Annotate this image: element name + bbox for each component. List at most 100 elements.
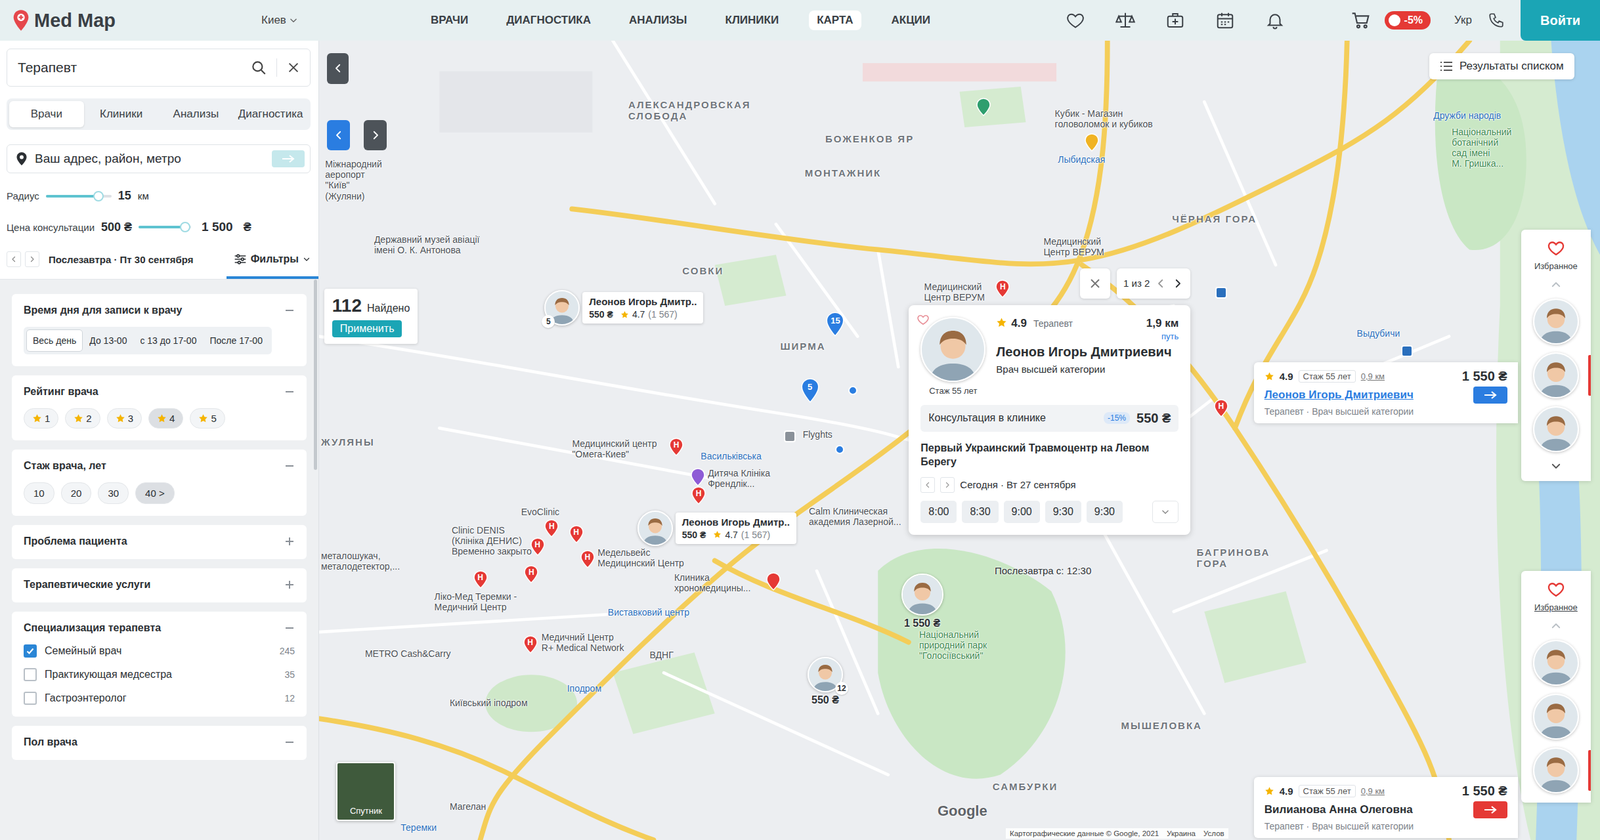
filter-header[interactable]: Специализация терапевта (23, 622, 295, 635)
bell-icon[interactable] (1265, 10, 1285, 31)
toggle-icon[interactable] (284, 460, 295, 472)
doctor-marker[interactable]: 1 550 ₴ (901, 573, 944, 630)
map-marker[interactable]: H (691, 486, 706, 505)
clear-icon[interactable] (286, 60, 301, 75)
map-marker[interactable]: H (473, 570, 488, 589)
price-slider[interactable] (138, 225, 192, 229)
map-marker[interactable]: H (995, 279, 1010, 299)
category-tab[interactable]: Анализы (158, 101, 234, 128)
favorite-doctor[interactable] (1521, 352, 1591, 399)
pager-prev-button[interactable] (1154, 277, 1167, 290)
map-marker[interactable]: H (530, 537, 545, 557)
nav-item[interactable]: КАРТА (808, 10, 861, 31)
filter-header[interactable]: Пол врача (23, 736, 295, 749)
filter-header[interactable]: Рейтинг врача (23, 386, 295, 398)
map-marker[interactable] (1084, 133, 1100, 152)
map-marker[interactable] (783, 430, 796, 443)
doctor-marker[interactable]: 12550 ₴ (807, 657, 844, 707)
pager-next-button[interactable] (1171, 277, 1184, 290)
toggle-icon[interactable] (284, 536, 295, 547)
rating-pill[interactable]: 4 (148, 408, 184, 429)
more-times-button[interactable] (1152, 500, 1179, 524)
day-next-button[interactable] (940, 477, 955, 494)
map-marker[interactable]: H (544, 519, 559, 538)
time-slot[interactable]: 9:30 (1086, 500, 1123, 524)
apply-button[interactable]: Применить (332, 320, 403, 338)
time-slot[interactable]: 9:30 (1045, 500, 1082, 524)
cluster-marker[interactable] (835, 445, 845, 455)
open-doctor-button[interactable] (1473, 386, 1508, 404)
favorites-title[interactable]: Избранное (1534, 602, 1578, 613)
map-marker[interactable] (690, 468, 706, 487)
map-marker[interactable]: H (669, 437, 684, 457)
experience-pill[interactable]: 10 (23, 482, 55, 505)
favorite-doctor[interactable] (1521, 406, 1591, 453)
checkbox[interactable] (23, 691, 37, 706)
time-slot[interactable]: 9:00 (1003, 500, 1040, 524)
favorite-doctor[interactable] (1521, 747, 1591, 794)
open-doctor-button[interactable] (1473, 801, 1508, 819)
map-marker[interactable] (976, 97, 991, 117)
city-select[interactable]: Киев (261, 13, 299, 27)
nav-item[interactable]: ВРАЧИ (422, 10, 476, 31)
toggle-icon[interactable] (284, 623, 295, 634)
map-marker[interactable]: H (1213, 399, 1229, 418)
time-chip[interactable]: с 13 до 17-00 (133, 329, 203, 352)
favorite-heart-icon[interactable] (916, 313, 930, 327)
scroll-up-button[interactable] (1550, 620, 1562, 633)
time-slot[interactable]: 8:30 (961, 500, 998, 524)
phone-icon[interactable] (1487, 11, 1505, 29)
list-results-button[interactable]: Результаты списком (1429, 53, 1575, 80)
satellite-toggle[interactable]: Спутник (336, 762, 396, 822)
search-input[interactable]: Терапевт (17, 59, 241, 76)
slider-knob[interactable] (179, 221, 191, 233)
map-marker[interactable]: H (580, 550, 595, 569)
map-marker[interactable] (1215, 286, 1228, 299)
filter-header[interactable]: Терапевтические услуги (23, 579, 295, 591)
experience-pill[interactable]: 20 (61, 482, 92, 505)
toggle-icon[interactable] (284, 579, 295, 591)
doctor-marker-card[interactable]: Леонов Игорь Дмитр..550 ₴4.7(1 567) (582, 292, 704, 324)
category-tab[interactable]: Диагностика (233, 101, 308, 128)
time-chip[interactable]: Весь день (26, 329, 83, 352)
close-popup-button[interactable] (1080, 268, 1111, 299)
favorite-doctor[interactable] (1521, 693, 1591, 740)
experience-pill[interactable]: 30 (97, 482, 129, 505)
collapse-panel-button[interactable] (326, 53, 349, 85)
checkbox-row[interactable]: Семейный врач245 (23, 644, 295, 658)
search-icon[interactable] (250, 59, 268, 77)
category-tab[interactable]: Клиники (84, 101, 159, 128)
cluster-marker[interactable]: 5 (800, 377, 820, 404)
logo[interactable]: Med Map (11, 9, 262, 32)
favorite-doctor[interactable] (1521, 640, 1591, 687)
rating-pill[interactable]: 5 (189, 408, 225, 429)
doctor-name[interactable]: Леонов Игорь Дмитриевич (1264, 388, 1414, 402)
heart-icon[interactable] (1546, 580, 1566, 599)
nav-item[interactable]: КЛИНИКИ (717, 10, 788, 31)
date-next-button[interactable] (24, 251, 40, 268)
checkbox-row[interactable]: Практикующая медсестра35 (23, 668, 295, 682)
medkit-icon[interactable] (1165, 10, 1186, 31)
favorite-doctor[interactable] (1521, 298, 1591, 345)
favorites-title[interactable]: Избранное (1534, 261, 1578, 272)
rating-pill[interactable]: 1 (23, 408, 59, 429)
language-switch[interactable]: Укр (1454, 13, 1472, 27)
doctor-marker-card[interactable]: Леонов Игорь Дмитр..550 ₴4.7(1 567) (675, 512, 797, 545)
time-chip[interactable]: До 13-00 (82, 329, 134, 352)
clinic-name[interactable]: Первый Украинский Травмоцентр на Левом Б… (920, 441, 1179, 470)
map-marker[interactable]: H (569, 525, 584, 544)
nav-item[interactable]: ДИАГНОСТИКА (498, 10, 599, 31)
address-submit-button[interactable] (271, 150, 305, 168)
address-field[interactable]: Ваш адрес, район, метро (6, 144, 311, 174)
category-tab[interactable]: Врачи (9, 101, 85, 128)
heart-icon[interactable] (1065, 10, 1086, 31)
map[interactable]: АЛЕКСАНДРОВСКАЯ СЛОБОДАБОЖЕНКОВ ЯРМОНТАЖ… (319, 40, 1600, 840)
toggle-icon[interactable] (284, 305, 295, 316)
checkbox[interactable] (23, 668, 37, 682)
cluster-marker[interactable]: 15 (825, 311, 845, 338)
cart-icon[interactable] (1350, 9, 1372, 31)
rating-pill[interactable]: 3 (107, 408, 142, 429)
checkbox[interactable] (23, 644, 37, 658)
checkbox-row[interactable]: Гастроэнтеролог12 (23, 691, 295, 706)
map-marker[interactable]: H (523, 635, 538, 654)
